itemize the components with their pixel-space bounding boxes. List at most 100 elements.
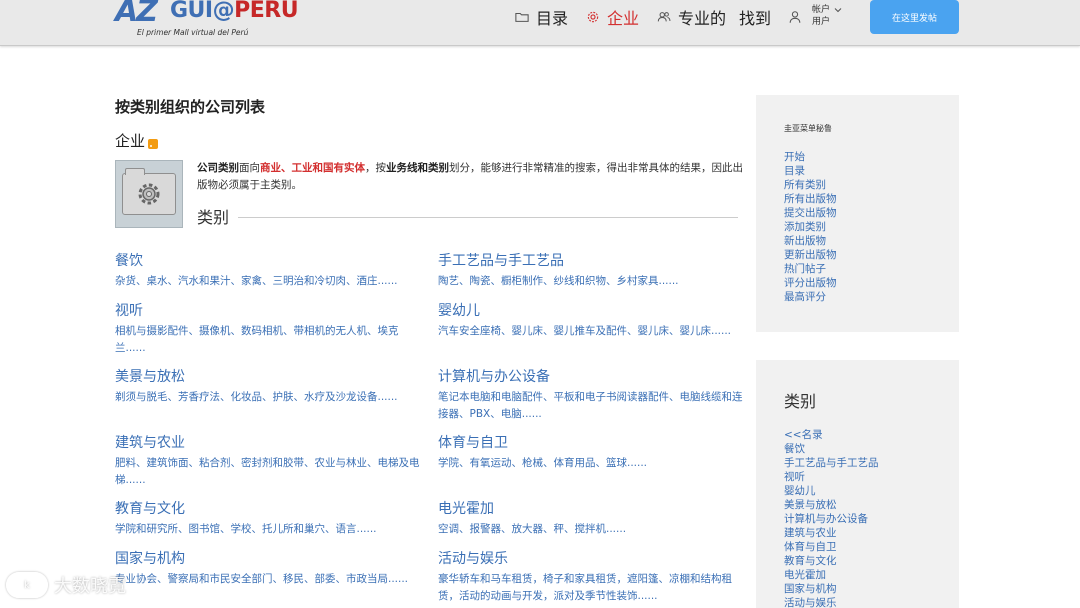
sidebar-category-link[interactable]: 计算机与办公设备 [784,512,959,526]
category-link[interactable]: 计算机与办公设备 [438,367,746,387]
category-description[interactable]: 相机与摄影配件、摄像机、数码相机、带相机的无人机、埃克兰...... [115,323,423,357]
sidebar-category-link[interactable]: 建筑与农业 [784,526,959,540]
sidebar-category-link[interactable]: 手工艺品与手工艺品 [784,456,959,470]
account-sub-label: 用户 [812,17,831,27]
site-logo[interactable]: AZ GUI@PERU El primer Mall virtual del P… [115,0,299,38]
category-item: 建筑与农业 肥料、建筑饰面、粘合剂、密封剂和胶带、农业与林业、电梯及电梯....… [115,433,423,489]
watermark-logo: k [6,572,48,598]
logo-tagline: El primer Mall virtual del Perú [137,28,249,37]
category-description[interactable]: 剃须与脱毛、芳香疗法、化妆品、护肤、水疗及沙龙设备...... [115,389,423,406]
category-grid: 餐饮 杂货、桌水、汽水和果汁、家禽、三明治和冷切肉、酒庄...... 手工艺品与… [115,251,747,608]
category-link[interactable]: 手工艺品与手工艺品 [438,251,746,271]
sidebar-category-link[interactable]: 电光霍加 [784,568,959,582]
category-intro: 公司类别面向商业、工业和国有实体，按业务线和类别划分，能够进行非常精准的搜索，得… [197,162,743,191]
category-image [115,160,183,228]
category-description[interactable]: 杂货、桌水、汽水和果汁、家禽、三明治和冷切肉、酒庄...... [115,273,423,290]
category-link[interactable]: 电光霍加 [438,499,746,519]
nav-professional-label: 专业的 [678,9,727,28]
category-item: 电光霍加 空调、报警器、放大器、秤、搅拌机...... [438,499,746,538]
categories-heading: 类别 [197,208,230,227]
sidebar-category-link[interactable]: 教育与文化 [784,554,959,568]
nav-professional[interactable]: 专业的 [657,8,727,28]
category-link[interactable]: 国家与机构 [115,549,423,569]
category-item: 美景与放松 剃须与脱毛、芳香疗法、化妆品、护肤、水疗及沙龙设备...... [115,367,423,406]
category-description[interactable]: 学院和研究所、图书馆、学校、托儿所和巢穴、语言...... [115,521,423,538]
category-link[interactable]: 餐饮 [115,251,423,271]
sidebar-link-rated[interactable]: 评分出版物 [784,276,959,290]
page-title: 按类别组织的公司列表 [115,98,266,116]
category-link[interactable]: 视听 [115,301,423,321]
rss-icon[interactable] [148,138,159,149]
sidebar-link-all-categories[interactable]: 所有类别 [784,178,959,192]
category-item: 手工艺品与手工艺品 陶艺、陶瓷、橱柜制作、纱线和织物、乡村家具...... [438,251,746,290]
logo-text: GUI@PERU [170,0,299,23]
category-item: 视听 相机与摄影配件、摄像机、数码相机、带相机的无人机、埃克兰...... [115,301,423,357]
category-item: 餐饮 杂货、桌水、汽水和果汁、家禽、三明治和冷切肉、酒庄...... [115,251,423,290]
sidebar-categories-heading: 类别 [784,392,817,411]
category-description[interactable]: 笔记本电脑和电脑配件、平板和电子书阅读器配件、电脑线缆和连接器、PBX、电脑..… [438,389,746,423]
folder-settings-icon [122,168,176,215]
nav-directory-label: 目录 [536,9,569,28]
category-description[interactable]: 学院、有氧运动、枪械、体育用品、篮球...... [438,455,746,472]
category-link[interactable]: 活动与娱乐 [438,549,746,569]
sidebar-category-link[interactable]: 餐饮 [784,442,959,456]
category-description[interactable]: 汽车安全座椅、婴儿床、婴儿推车及配件、婴儿床、婴儿床...... [438,323,746,340]
sidebar-link-all-publications[interactable]: 所有出版物 [784,192,959,206]
account-text: 帐户 用户 [812,4,842,28]
sidebar-categories-box: 类别 <<名录 餐饮 手工艺品与手工艺品 视听 婴幼儿 美景与放松 计算机与办公… [756,360,959,608]
sidebar-link-top-rated[interactable]: 最高评分 [784,290,959,304]
chevron-down-icon [834,8,842,13]
sidebar-category-link[interactable]: <<名录 [784,428,959,442]
sidebar-category-link[interactable]: 婴幼儿 [784,484,959,498]
section-title: 企业 [115,130,159,151]
category-link[interactable]: 体育与自卫 [438,433,746,453]
category-description[interactable]: 肥料、建筑饰面、粘合剂、密封剂和胶带、农业与林业、电梯及电梯...... [115,455,423,489]
nav-business-label: 企业 [607,9,640,28]
gear-icon [138,183,160,205]
category-link[interactable]: 教育与文化 [115,499,423,519]
category-item: 教育与文化 学院和研究所、图书馆、学校、托儿所和巢穴、语言...... [115,499,423,538]
category-item: 国家与机构 专业协会、警察局和市民安全部门、移民、部委、市政当局...... [115,549,423,588]
sidebar-menu-heading: 圭亚菜单秘鲁 [784,124,832,133]
sidebar-link-directory[interactable]: 目录 [784,164,959,178]
category-item: 体育与自卫 学院、有氧运动、枪械、体育用品、篮球...... [438,433,746,472]
category-link[interactable]: 美景与放松 [115,367,423,387]
sidebar-category-link[interactable]: 美景与放松 [784,498,959,512]
top-header: AZ GUI@PERU El primer Mall virtual del P… [0,0,1080,46]
category-item: 活动与娱乐 豪华轿车和马车租赁，椅子和家具租赁，遮阳篷、凉棚和结构租赁，活动的动… [438,549,746,605]
nav-directory[interactable]: 目录 [515,8,569,28]
sidebar-category-link[interactable]: 体育与自卫 [784,540,959,554]
sidebar-link-start[interactable]: 开始 [784,150,959,164]
post-here-button[interactable]: 在这里发帖 [870,0,959,34]
categories-divider [238,217,738,218]
account-menu[interactable]: 帐户 用户 [788,4,842,28]
folder-icon [515,12,529,22]
sidebar-link-popular[interactable]: 热门帖子 [784,262,959,276]
user-icon [789,11,801,23]
nav-find[interactable]: 找到 [739,8,772,28]
category-description[interactable]: 空调、报警器、放大器、秤、搅拌机...... [438,521,746,538]
sidebar-link-add-category[interactable]: 添加类别 [784,220,959,234]
sidebar-link-new[interactable]: 新出版物 [784,234,959,248]
logo-az: AZ [115,0,158,29]
category-description[interactable]: 豪华轿车和马车租赁，椅子和家具租赁，遮阳篷、凉棚和结构租赁，活动的动画与开发，派… [438,571,746,605]
watermark-text: 大数晓霓 [54,576,126,597]
nav-business[interactable]: 企业 [586,8,640,28]
sidebar-category-link[interactable]: 国家与机构 [784,582,959,596]
sidebar-menu-box: 圭亚菜单秘鲁 开始 目录 所有类别 所有出版物 提交出版物 添加类别 新出版物 … [756,95,959,332]
nav-find-label: 找到 [739,9,772,28]
sidebar-link-submit[interactable]: 提交出版物 [784,206,959,220]
sidebar-category-link[interactable]: 视听 [784,470,959,484]
users-icon [657,12,671,22]
sidebar-category-link[interactable]: 活动与娱乐 [784,596,959,608]
category-link[interactable]: 婴幼儿 [438,301,746,321]
category-description[interactable]: 陶艺、陶瓷、橱柜制作、纱线和织物、乡村家具...... [438,273,746,290]
sidebar-link-updated[interactable]: 更新出版物 [784,248,959,262]
account-label: 帐户 [812,5,831,15]
category-item: 计算机与办公设备 笔记本电脑和电脑配件、平板和电子书阅读器配件、电脑线缆和连接器… [438,367,746,423]
category-link[interactable]: 建筑与农业 [115,433,423,453]
gear-icon [587,11,599,23]
category-description[interactable]: 专业协会、警察局和市民安全部门、移民、部委、市政当局...... [115,571,423,588]
section-title-text: 企业 [115,132,146,150]
category-item: 婴幼儿 汽车安全座椅、婴儿床、婴儿推车及配件、婴儿床、婴儿床...... [438,301,746,340]
